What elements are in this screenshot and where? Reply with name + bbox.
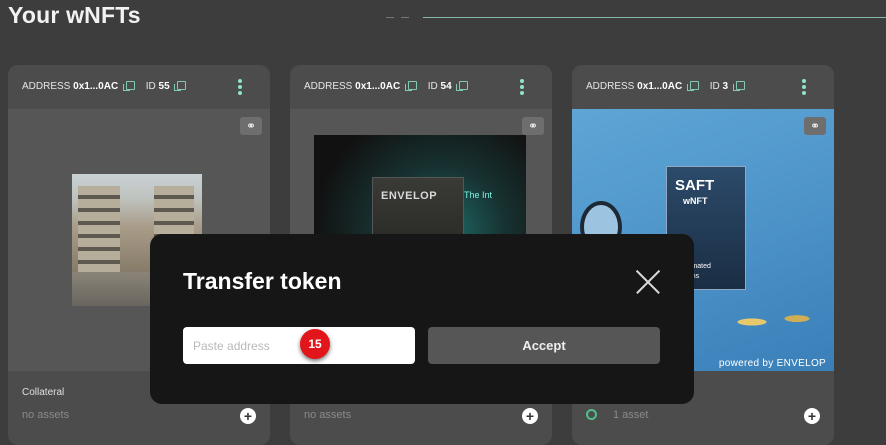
copy-icon[interactable] [456, 81, 469, 91]
modal-title: Transfer token [183, 268, 342, 294]
copy-icon[interactable] [404, 81, 417, 91]
address-value: 0x1...0AC [73, 81, 119, 92]
accept-button[interactable]: Accept [428, 327, 660, 364]
artwork-caption: powered by ENVELOP [718, 358, 826, 369]
artwork-text: ENVELOP [381, 190, 438, 202]
id-label: ID [145, 81, 156, 92]
step-badge: 15 [300, 329, 330, 359]
copy-icon[interactable] [122, 81, 135, 91]
id-label: ID [709, 81, 720, 92]
address-value: 0x1...0AC [637, 81, 683, 92]
address-label: ADDRESS [22, 81, 71, 92]
link-icon[interactable]: ⚭ [804, 117, 826, 135]
address-value: 0x1...0AC [355, 81, 401, 92]
link-icon[interactable]: ⚭ [522, 117, 544, 135]
token-icon [586, 409, 597, 420]
id-value: 54 [440, 81, 452, 92]
assets-count: 1 asset [586, 409, 648, 421]
copy-icon[interactable] [732, 81, 745, 91]
artwork-text: SAFT [675, 177, 715, 194]
card-header: ADDRESS 0x1...0AC ID 55 [8, 65, 270, 109]
kebab-menu-icon[interactable] [802, 79, 806, 97]
id-value: 3 [722, 81, 729, 92]
add-collateral-button[interactable]: + [522, 408, 538, 424]
artwork-text: The Int [464, 190, 493, 200]
page-title: Your wNFTs [8, 2, 141, 28]
title-divider [423, 17, 886, 18]
kebab-menu-icon[interactable] [238, 79, 242, 97]
title-divider [401, 17, 409, 18]
copy-icon[interactable] [174, 81, 187, 91]
id-label: ID [427, 81, 438, 92]
id-value: 55 [158, 81, 170, 92]
add-collateral-button[interactable]: + [804, 408, 820, 424]
address-input[interactable] [183, 327, 415, 364]
card-header: ADDRESS 0x1...0AC ID 54 [290, 65, 552, 109]
kebab-menu-icon[interactable] [520, 79, 524, 97]
assets-count-text: 1 asset [613, 409, 649, 421]
collateral-label: Collateral [22, 387, 65, 398]
title-divider [386, 17, 394, 18]
close-icon[interactable] [636, 270, 660, 294]
address-label: ADDRESS [304, 81, 353, 92]
add-collateral-button[interactable]: + [240, 408, 256, 424]
assets-count: no assets [304, 409, 352, 421]
transfer-token-modal: Transfer token 15 Accept [150, 234, 694, 404]
artwork-text: wNFT [683, 196, 708, 206]
link-icon[interactable]: ⚭ [240, 117, 262, 135]
card-header: ADDRESS 0x1...0AC ID 3 [572, 65, 834, 109]
address-label: ADDRESS [586, 81, 635, 92]
copy-icon[interactable] [686, 81, 699, 91]
assets-count: no assets [22, 409, 70, 421]
